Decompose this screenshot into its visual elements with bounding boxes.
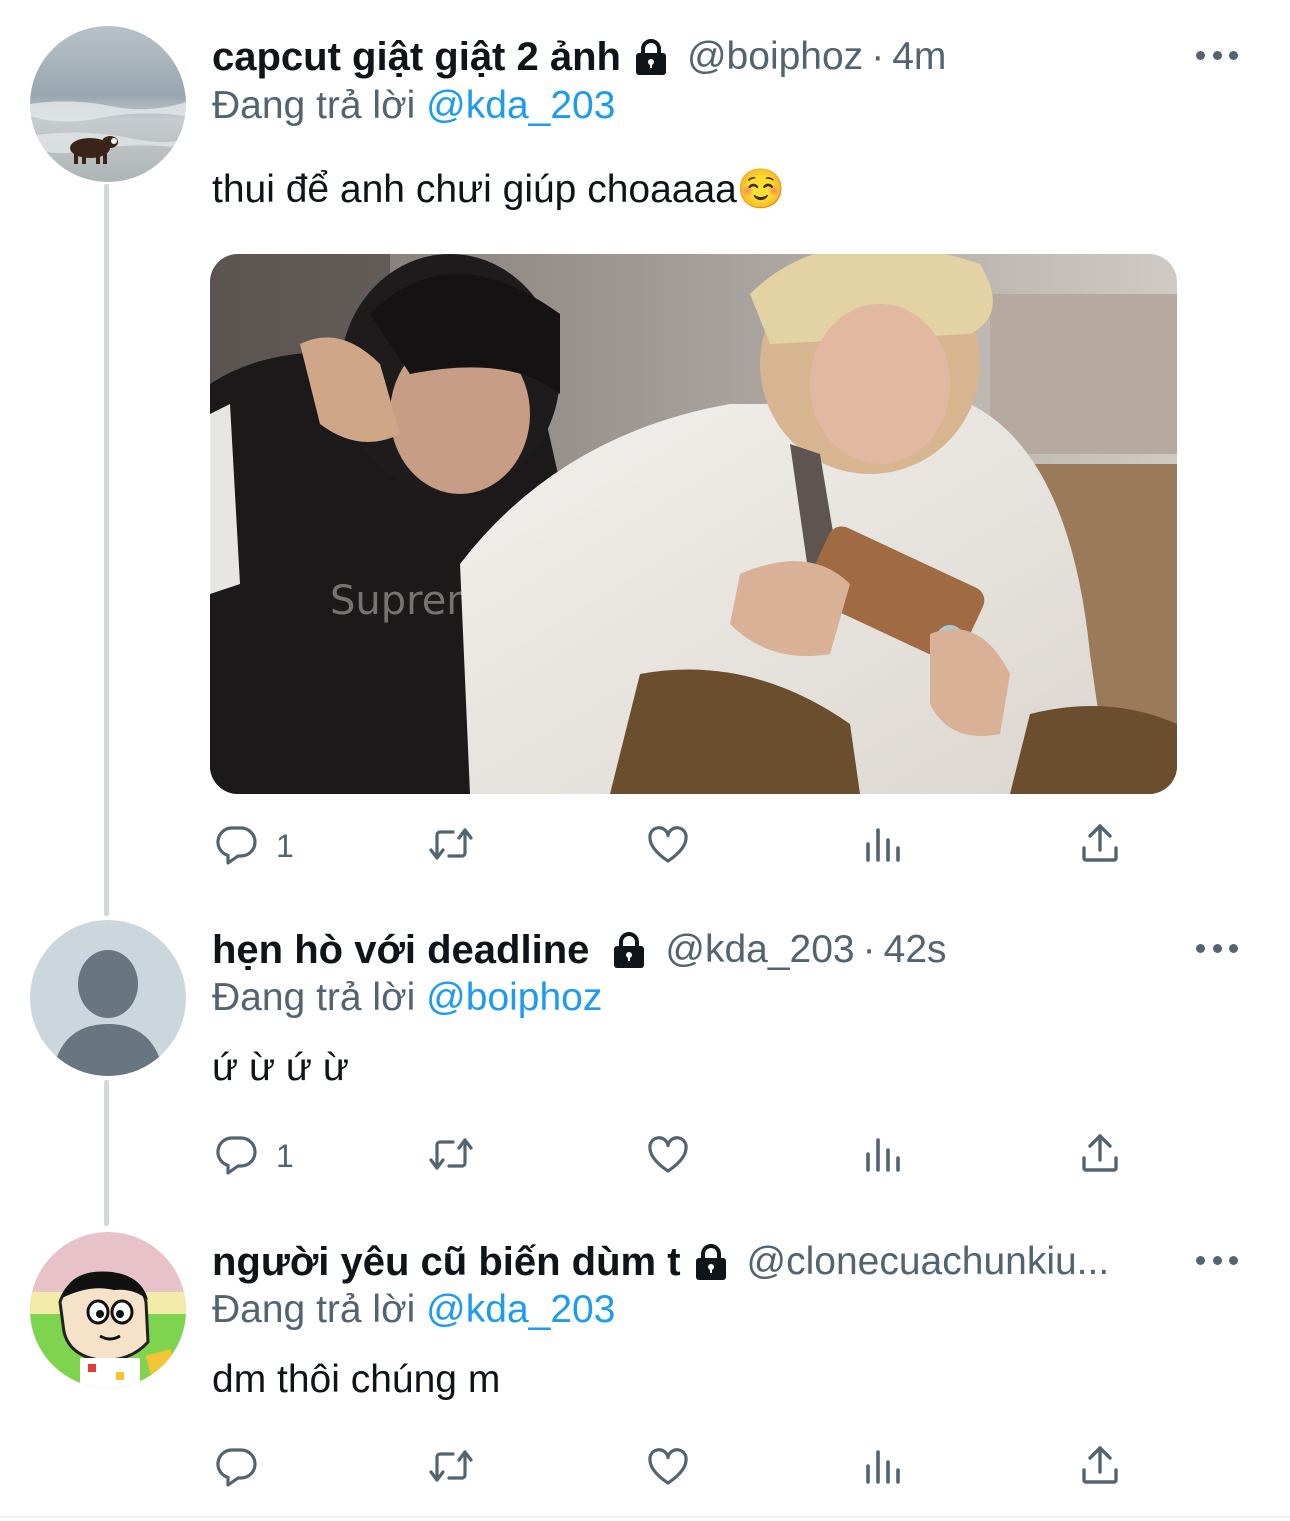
heart-icon — [644, 1130, 692, 1183]
reply-button[interactable]: 1 — [212, 816, 294, 876]
analytics-icon — [860, 820, 908, 873]
divider — [0, 1516, 1290, 1518]
reply-prefix: Đang trả lời — [212, 1288, 416, 1331]
analytics-icon — [860, 1130, 908, 1183]
retweet-button[interactable] — [427, 1438, 491, 1498]
lock-icon — [631, 37, 671, 77]
share-icon — [1076, 1130, 1124, 1183]
tweet-photo[interactable]: Supren — [210, 254, 1177, 794]
reply-prefix: Đang trả lời — [212, 976, 416, 1019]
share-button[interactable] — [1076, 1438, 1124, 1498]
tweet-text: thui để anh chưi giúp choaaaa☺️ — [212, 168, 786, 211]
timestamp[interactable]: 4m — [892, 35, 946, 79]
reply-mention[interactable]: @kda_203 — [426, 1288, 615, 1331]
reply-icon — [212, 1442, 260, 1495]
more-options-icon[interactable] — [1196, 43, 1238, 67]
share-icon — [1076, 1442, 1124, 1495]
tweet[interactable]: hẹn hò với deadline @kda_203 · 42s Đang … — [0, 900, 1290, 1210]
like-button[interactable] — [644, 1126, 708, 1186]
avatar[interactable] — [30, 1232, 186, 1388]
tweet-actions: 1 — [212, 1126, 1142, 1186]
tweet-header: hẹn hò với deadline @kda_203 · 42s — [212, 922, 947, 978]
analytics-button[interactable] — [860, 1438, 908, 1498]
analytics-button[interactable] — [860, 1126, 908, 1186]
reply-mention[interactable]: @kda_203 — [426, 84, 615, 127]
reply-button[interactable]: 1 — [212, 1126, 294, 1186]
lock-icon — [609, 930, 649, 970]
more-options-icon[interactable] — [1196, 1248, 1238, 1272]
more-options-icon[interactable] — [1196, 936, 1238, 960]
retweet-icon — [427, 1130, 475, 1183]
timestamp[interactable]: 42s — [884, 928, 947, 972]
separator: · — [862, 928, 876, 971]
reply-button[interactable] — [212, 1438, 276, 1498]
reply-icon — [212, 1130, 260, 1183]
retweet-button[interactable] — [427, 1126, 491, 1186]
svg-text:Supren: Supren — [330, 578, 472, 624]
tweet-actions — [212, 1438, 1142, 1498]
handle[interactable]: @boiphoz — [687, 35, 863, 79]
reply-mention[interactable]: @boiphoz — [426, 976, 602, 1019]
retweet-icon — [427, 1442, 475, 1495]
reply-count: 1 — [276, 1137, 294, 1174]
heart-icon — [644, 1442, 692, 1495]
analytics-icon — [860, 1442, 908, 1495]
retweet-button[interactable] — [427, 816, 491, 876]
heart-icon — [644, 820, 692, 873]
display-name[interactable]: capcut giật giật 2 ảnh — [212, 35, 621, 80]
reply-context: Đang trả lời @boiphoz — [212, 976, 602, 1020]
reply-context: Đang trả lời @kda_203 — [212, 1288, 615, 1332]
reply-context: Đang trả lời @kda_203 — [212, 84, 615, 128]
lock-icon — [691, 1242, 731, 1282]
share-icon — [1076, 820, 1124, 873]
tweet-header: người yêu cũ biến dùm t @clonecuachunkiu… — [212, 1234, 1109, 1290]
tweet[interactable]: capcut giật giật 2 ảnh @boiphoz · 4m Đan… — [0, 0, 1290, 900]
display-name[interactable]: hẹn hò với deadline — [212, 928, 589, 973]
reply-count: 1 — [276, 827, 294, 864]
tweet-text: dm thôi chúng m — [212, 1358, 501, 1401]
like-button[interactable] — [644, 1438, 708, 1498]
tweet-header: capcut giật giật 2 ảnh @boiphoz · 4m — [212, 29, 946, 85]
avatar[interactable] — [30, 920, 186, 1076]
like-button[interactable] — [644, 816, 708, 876]
handle[interactable]: @clonecuachunkiu... — [747, 1240, 1110, 1284]
tweet-actions: 1 — [212, 816, 1142, 876]
share-button[interactable] — [1076, 1126, 1124, 1186]
retweet-icon — [427, 820, 475, 873]
analytics-button[interactable] — [860, 816, 908, 876]
display-name[interactable]: người yêu cũ biến dùm t — [212, 1240, 681, 1285]
tweet-text: ứ ừ ứ ừ — [212, 1046, 349, 1089]
tweet[interactable]: người yêu cũ biến dùm t @clonecuachunkiu… — [0, 1210, 1290, 1516]
avatar[interactable] — [30, 26, 186, 182]
reply-icon — [212, 820, 260, 873]
separator: · — [871, 35, 885, 78]
share-button[interactable] — [1076, 816, 1124, 876]
handle[interactable]: @kda_203 — [665, 928, 854, 972]
reply-prefix: Đang trả lời — [212, 84, 416, 127]
